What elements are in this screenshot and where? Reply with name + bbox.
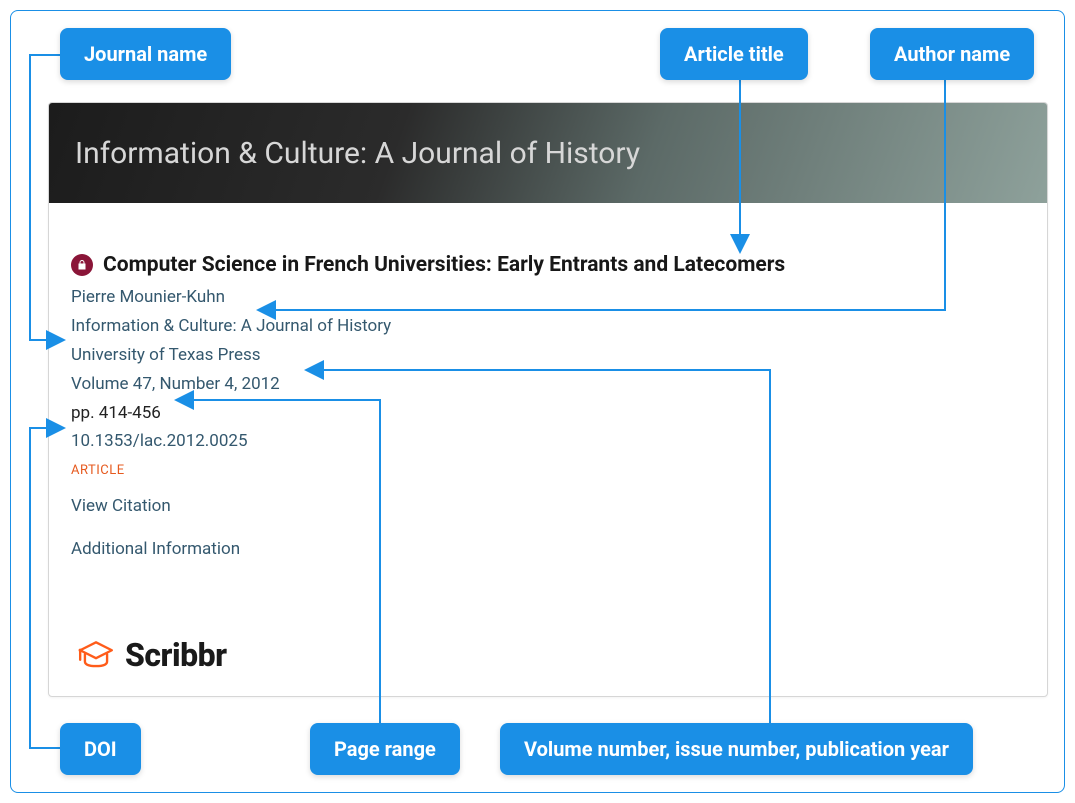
doi-line: 10.1353/lac.2012.0025 bbox=[71, 427, 1025, 456]
journal-banner-title: Information & Culture: A Journal of Hist… bbox=[75, 136, 640, 171]
article-title: Computer Science in French Universities:… bbox=[103, 253, 785, 277]
journal-line: Information & Culture: A Journal of Hist… bbox=[71, 312, 1025, 341]
tag-journal-name: Journal name bbox=[60, 28, 231, 80]
journal-banner: Information & Culture: A Journal of Hist… bbox=[49, 103, 1047, 203]
tag-article-title: Article title bbox=[660, 28, 808, 80]
additional-info-link[interactable]: Additional Information bbox=[71, 535, 1025, 564]
tag-author-name: Author name bbox=[870, 28, 1034, 80]
pages-line: pp. 414-456 bbox=[71, 399, 1025, 428]
tag-volume-issue-year: Volume number, issue number, publication… bbox=[500, 723, 973, 775]
article-type-badge: ARTICLE bbox=[71, 460, 1025, 482]
article-title-row: Computer Science in French Universities:… bbox=[71, 253, 1025, 277]
tag-doi: DOI bbox=[60, 723, 141, 775]
brand-name: Scribbr bbox=[125, 636, 227, 674]
volume-line: Volume 47, Number 4, 2012 bbox=[71, 370, 1025, 399]
lock-icon bbox=[71, 254, 93, 276]
view-citation-link[interactable]: View Citation bbox=[71, 492, 1025, 521]
citation-content: Computer Science in French Universities:… bbox=[49, 203, 1047, 564]
publisher-line: University of Texas Press bbox=[71, 341, 1025, 370]
brand-logo: Scribbr bbox=[77, 636, 227, 674]
tag-page-range: Page range bbox=[310, 723, 460, 775]
scribbr-cap-icon bbox=[77, 639, 115, 671]
author-line: Pierre Mounier-Kuhn bbox=[71, 283, 1025, 312]
citation-metadata: Pierre Mounier-Kuhn Information & Cultur… bbox=[71, 283, 1025, 564]
citation-card: Information & Culture: A Journal of Hist… bbox=[48, 102, 1048, 697]
